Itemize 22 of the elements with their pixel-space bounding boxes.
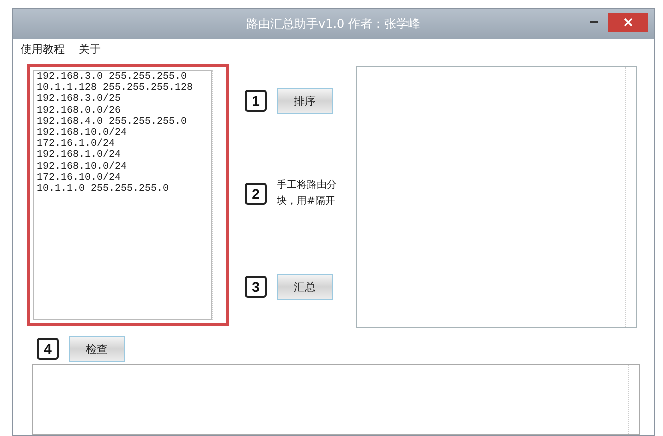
route-line: 192.168.1.0/24 bbox=[37, 150, 122, 162]
step-number: 3 bbox=[245, 276, 267, 298]
instruction-text: 手工将路由分块，用#隔开 bbox=[277, 178, 338, 209]
route-line: 192.168.0.0/26 bbox=[37, 106, 122, 117]
route-line: 10.1.1.0 255.255.255.0 bbox=[37, 184, 170, 196]
menu-item[interactable]: 使用教程 bbox=[21, 42, 65, 57]
window-title: 路由汇总助手v1.0 作者：张学峰 bbox=[246, 16, 420, 32]
menu-item[interactable]: 关于 bbox=[79, 42, 101, 57]
check-button[interactable]: 检查 bbox=[69, 336, 125, 362]
action-button[interactable]: 排序 bbox=[277, 88, 333, 114]
step-number: 4 bbox=[37, 338, 59, 360]
route-line: 172.16.1.0/24 bbox=[37, 139, 116, 150]
route-line: 192.168.10.0/24 bbox=[37, 162, 128, 173]
route-line: 192.168.10.0/24 bbox=[37, 128, 128, 140]
action-button[interactable]: 汇总 bbox=[277, 274, 333, 300]
route-line: 192.168.3.0/25 bbox=[37, 94, 122, 106]
route-line: 192.168.4.0 255.255.255.0 bbox=[37, 116, 188, 128]
step-number: 2 bbox=[245, 183, 267, 205]
step-number: 1 bbox=[245, 90, 267, 112]
route-line: 192.168.3.0 255.255.255.0 bbox=[37, 72, 188, 83]
route-line: 10.1.1.128 255.255.255.128 bbox=[37, 83, 194, 94]
route-line: 172.16.10.0/24 bbox=[37, 172, 122, 184]
